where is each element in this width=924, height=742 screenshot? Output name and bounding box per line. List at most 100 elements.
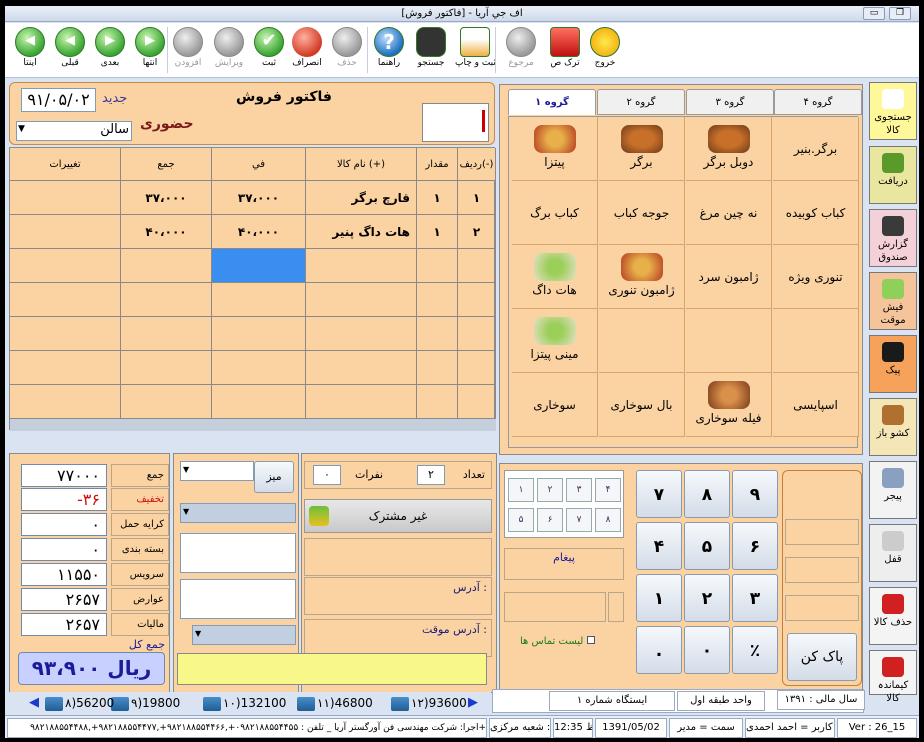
grid-cell-row[interactable] [458, 249, 496, 283]
grid-header-changes[interactable]: تغييرات [10, 148, 121, 181]
grid-cell-row[interactable]: ۱ [458, 181, 496, 215]
toolbar-last-button[interactable]: ▶ انتها [130, 25, 170, 75]
grid-cell-price[interactable] [212, 249, 306, 283]
product-item[interactable]: دوبل برگر [686, 117, 772, 181]
keypad-key[interactable]: ۰ [684, 626, 730, 674]
tab-group-1[interactable]: گروه ۱ [508, 89, 596, 115]
toolbar-print-button[interactable]: ثبت و چاپ [455, 25, 496, 75]
table-tab[interactable]: ۱۰)132100 [203, 694, 286, 712]
tender-field-3[interactable] [785, 595, 859, 621]
grid-cell-name[interactable] [306, 283, 417, 317]
grid-cell-total[interactable] [121, 385, 212, 419]
grid-cell-total[interactable] [121, 249, 212, 283]
product-item[interactable]: ژامبون سرد [686, 245, 772, 309]
grid-cell-changes[interactable] [10, 385, 121, 419]
mini-key[interactable]: ۴ [595, 478, 621, 502]
keypad-key[interactable]: ۲ [684, 574, 730, 622]
table-tab[interactable]: ۱۲)93600 [391, 694, 467, 712]
sidebar-receive-button[interactable]: دريافت [869, 146, 917, 204]
grid-cell-price[interactable] [212, 317, 306, 351]
sidebar-lock-button[interactable]: قفل [869, 524, 917, 582]
table-tab[interactable]: ۱۱)46800 [297, 694, 373, 712]
keypad-key[interactable]: ۳ [732, 574, 778, 622]
grid-cell-changes[interactable] [10, 181, 121, 215]
tab-group-3[interactable]: گروه ۳ [686, 89, 774, 115]
grid-cell-changes[interactable] [10, 351, 121, 385]
keypad-key[interactable]: ۵ [684, 522, 730, 570]
tab-group-4[interactable]: گروه ۴ [774, 89, 862, 115]
mini-key[interactable]: ۸ [595, 508, 621, 532]
toolbar-add-button[interactable]: افزودن [168, 25, 208, 75]
people-input[interactable]: ۰ [313, 465, 341, 485]
scroll-left-icon[interactable]: ◀ [29, 695, 39, 710]
phone-field[interactable] [304, 538, 492, 576]
total-value-4[interactable]: ۱۱۵۵۰ [21, 563, 107, 586]
sidebar-report-button[interactable]: گزارش صندوق [869, 209, 917, 267]
product-item[interactable]: هات داگ [512, 245, 598, 309]
product-item[interactable] [686, 309, 772, 373]
product-item[interactable]: جوجه کباب [599, 181, 685, 245]
grid-cell-price[interactable]: ۴۰،۰۰۰ [212, 215, 306, 249]
grid-cell-name[interactable] [306, 249, 417, 283]
grid-cell-price[interactable] [212, 351, 306, 385]
toolbar-exit-button[interactable]: خروج [585, 25, 625, 75]
restore-button[interactable]: ❐ [889, 7, 911, 20]
table-tab[interactable]: ۹)19800 [111, 694, 180, 712]
address-field[interactable]: آدرس : [304, 577, 492, 615]
toolbar-help-button[interactable]: ? راهنما [369, 25, 409, 75]
product-item[interactable]: کباب برگ [512, 181, 598, 245]
mini-key[interactable]: ۳ [566, 478, 592, 502]
grid-cell-price[interactable]: ۳۷،۰۰۰ [212, 181, 306, 215]
scroll-right-icon[interactable]: ▶ [468, 695, 478, 710]
toolbar-edit-button[interactable]: ویرایش [209, 25, 249, 75]
grid-header-name[interactable]: نام كالا (+) [306, 148, 417, 181]
toolbar-prev-button[interactable]: ◀ قبلی [50, 25, 90, 75]
sidebar-temp-button[interactable]: فیش موقت [869, 272, 917, 330]
grid-cell-qty[interactable]: ۱ [417, 215, 458, 249]
total-value-5[interactable]: ۲۶۵۷ [21, 588, 107, 611]
toolbar-next-button[interactable]: ▶ بعدی [90, 25, 130, 75]
invoice-date[interactable]: ۹۱/۰۵/۰۲ [21, 88, 96, 112]
invoice-number-field[interactable] [422, 103, 489, 142]
message-field[interactable]: پيغام [504, 548, 624, 580]
sidebar-drawer-button[interactable]: کشو باز [869, 398, 917, 456]
product-item[interactable]: ژامبون تنوری [599, 245, 685, 309]
note-field-2[interactable] [180, 579, 296, 619]
grid-cell-qty[interactable] [417, 283, 458, 317]
toolbar-binoculars-button[interactable]: جستجو [411, 25, 451, 75]
product-item[interactable]: برگر.بنیر [773, 117, 859, 181]
keypad-key[interactable]: ۹ [732, 470, 778, 518]
grid-cell-name[interactable] [306, 317, 417, 351]
customer-button[interactable]: غیر مشترک [304, 499, 492, 533]
sidebar-no-button[interactable]: حذف کالا [869, 587, 917, 645]
grid-cell-row[interactable] [458, 385, 496, 419]
grid-cell-name[interactable]: قارچ برگر [306, 181, 417, 215]
grid-cell-row[interactable]: ۲ [458, 215, 496, 249]
mini-key[interactable]: ۵ [508, 508, 534, 532]
keypad-key[interactable]: ۷ [636, 470, 682, 518]
grid-cell-total[interactable] [121, 283, 212, 317]
product-item[interactable]: فیله سوخاری [686, 373, 772, 437]
grid-cell-total[interactable] [121, 351, 212, 385]
extra-field-2[interactable] [608, 592, 624, 622]
clear-button[interactable]: پاک کن [787, 633, 857, 681]
grid-cell-total[interactable]: ۴۰،۰۰۰ [121, 215, 212, 249]
grid-cell-total[interactable] [121, 317, 212, 351]
toolbar-delete-button[interactable]: حذف [327, 25, 367, 75]
extra-field-1[interactable] [504, 592, 606, 622]
keypad-key[interactable]: ۶ [732, 522, 778, 570]
hall-select[interactable]: ▼ سالن [16, 121, 132, 141]
total-value-6[interactable]: ۲۶۵۷ [21, 613, 107, 636]
mini-key[interactable]: ۶ [537, 508, 563, 532]
courier-select[interactable]: ▼ [192, 625, 296, 645]
mini-key[interactable]: ۲ [537, 478, 563, 502]
toolbar-lock-button[interactable]: ترک ص [545, 25, 585, 75]
table-tab[interactable]: ۸)56200 [45, 694, 114, 712]
grid-cell-qty[interactable] [417, 249, 458, 283]
sidebar-pager-button[interactable]: پیجر [869, 461, 917, 519]
total-value-1[interactable]: -۳۶ [21, 488, 107, 511]
grid-cell-name[interactable]: هات داگ پنیر [306, 215, 417, 249]
product-item[interactable]: نه چین مرغ [686, 181, 772, 245]
mini-key[interactable]: ۷ [566, 508, 592, 532]
sidebar-search-doc-button[interactable]: جستجوی کالا [869, 82, 917, 140]
